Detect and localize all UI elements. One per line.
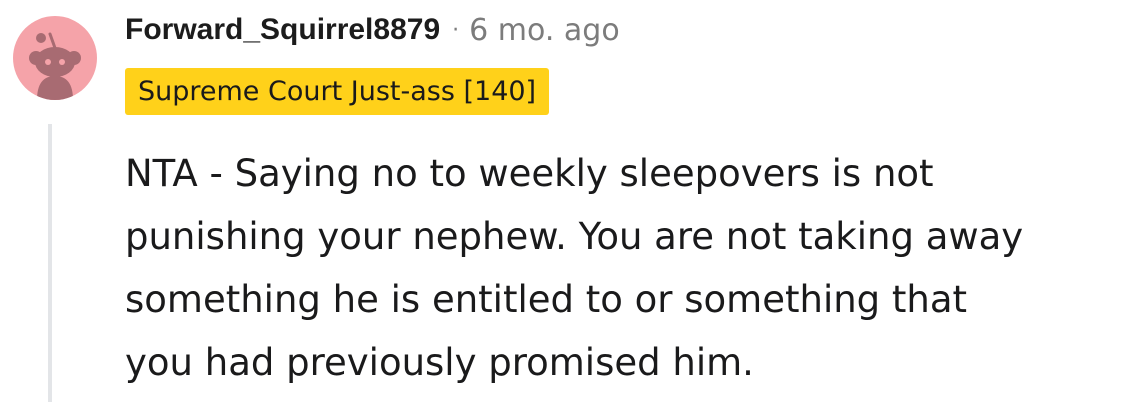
meta-separator: · xyxy=(452,17,460,43)
comment-body-line: punishing your nephew. You are not takin… xyxy=(125,215,1024,258)
user-flair: Supreme Court Just-ass [140] xyxy=(125,68,550,115)
user-avatar-icon[interactable] xyxy=(13,16,97,100)
username-link[interactable]: Forward_Squirrel8879 xyxy=(125,13,440,47)
thread-collapse-line[interactable] xyxy=(48,124,52,402)
comment-meta: Forward_Squirrel8879 · 6 mo. ago xyxy=(125,8,620,52)
comment-body-line: something he is entitled to or something… xyxy=(125,278,968,321)
comment-body: NTA - Saying no to weekly sleepovers is … xyxy=(125,142,1115,394)
comment-body-line: you had previously promised him. xyxy=(125,341,754,384)
timestamp[interactable]: 6 mo. ago xyxy=(469,13,620,48)
comment-body-line: NTA - Saying no to weekly sleepovers is … xyxy=(125,152,934,195)
comment: Forward_Squirrel8879 · 6 mo. ago Supreme… xyxy=(0,0,1143,402)
